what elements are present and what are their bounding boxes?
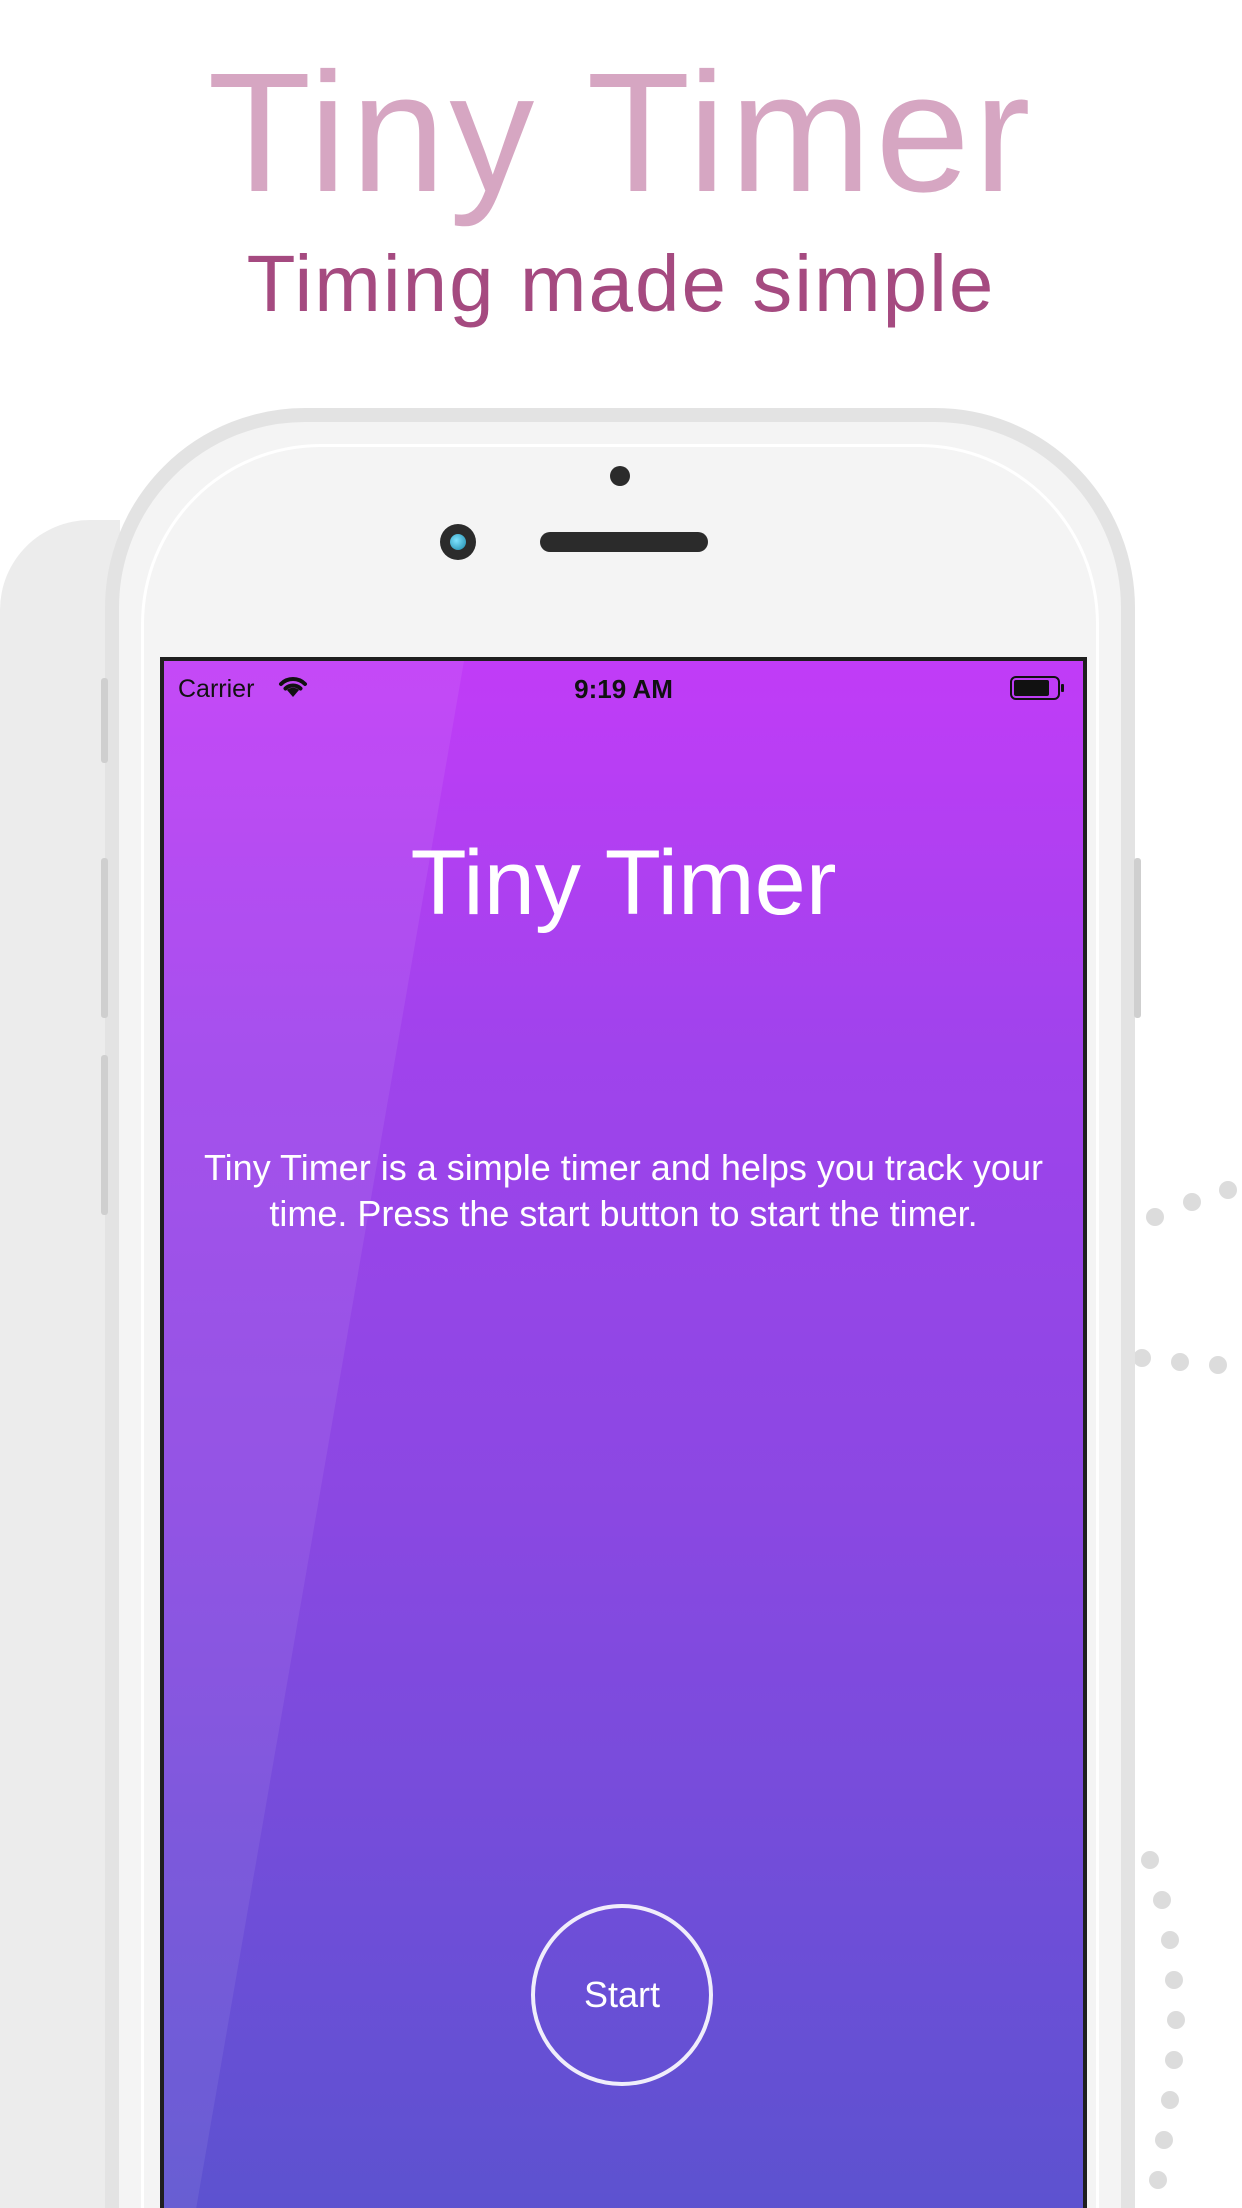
proximity-sensor	[610, 466, 630, 486]
volume-down-button	[101, 1055, 108, 1215]
earpiece-speaker	[540, 532, 708, 552]
phone-shadow	[0, 520, 120, 2208]
phone-screen: Carrier 9:19 AM Tiny Timer Tiny Timer is…	[160, 657, 1087, 2208]
status-bar: Carrier 9:19 AM	[164, 661, 1083, 711]
front-camera-icon	[440, 524, 476, 560]
battery-icon	[1010, 676, 1064, 700]
app-description: Tiny Timer is a simple timer and helps y…	[204, 1147, 1043, 1234]
start-button[interactable]: Start	[531, 1904, 713, 2086]
camera-lens	[450, 534, 466, 550]
volume-up-button	[101, 858, 108, 1018]
app-title: Tiny Timer	[410, 832, 837, 934]
start-button-label: Start	[583, 1974, 661, 2015]
mute-switch	[101, 678, 108, 763]
app-store-screenshot: Tiny Timer Timing made simple Carrier 9:…	[0, 0, 1242, 2208]
status-time: 9:19 AM	[574, 674, 673, 704]
power-button	[1134, 858, 1141, 1018]
